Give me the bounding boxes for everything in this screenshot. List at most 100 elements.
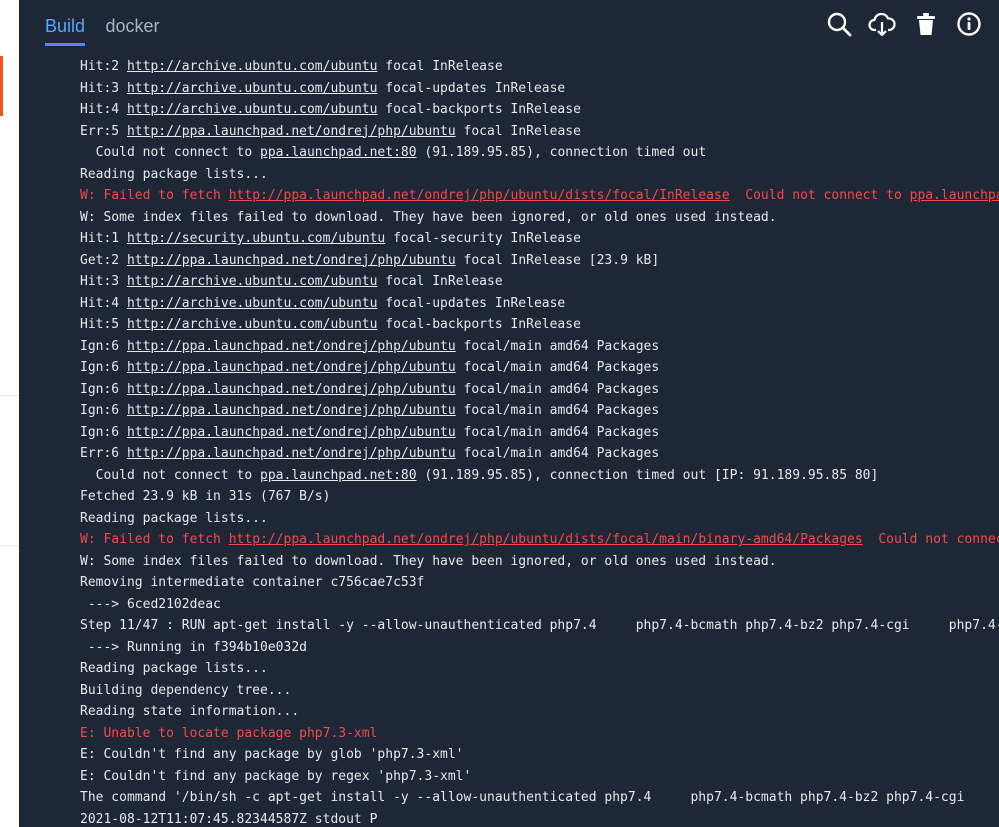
log-line: Err:5 http://ppa.launchpad.net/ondrej/ph… xyxy=(80,121,999,143)
log-line: W: Some index files failed to download. … xyxy=(80,207,999,229)
log-line: The command '/bin/sh -c apt-get install … xyxy=(80,787,999,809)
log-line: Hit:1 http://security.ubuntu.com/ubuntu … xyxy=(80,228,999,250)
log-text: focal/main amd64 Packages xyxy=(455,424,660,440)
log-text: Hit:4 xyxy=(80,295,127,311)
log-link[interactable]: ppa.launchpad.net:80 xyxy=(910,188,999,203)
log-line: Hit:3 http://archive.ubuntu.com/ubuntu f… xyxy=(80,271,999,293)
log-text: Hit:3 xyxy=(80,80,127,96)
log-text: Ign:6 xyxy=(80,338,127,354)
log-line: Could not connect to ppa.launchpad.net:8… xyxy=(80,465,999,487)
active-indicator xyxy=(0,56,3,116)
log-line: W: Some index files failed to download. … xyxy=(80,551,999,573)
log-link[interactable]: http://security.ubuntu.com/ubuntu xyxy=(127,231,385,246)
log-link[interactable]: http://ppa.launchpad.net/ondrej/php/ubun… xyxy=(127,124,456,139)
log-text: Hit:3 xyxy=(80,274,127,289)
log-link[interactable]: http://archive.ubuntu.com/ubuntu xyxy=(127,102,377,117)
log-text: Building dependency tree... xyxy=(80,682,292,698)
log-text: focal InRelease xyxy=(455,123,581,139)
log-text: Removing intermediate container c756cae7… xyxy=(80,575,425,590)
log-output: Hit:2 http://archive.ubuntu.com/ubuntu f… xyxy=(80,56,999,827)
log-line-error: W: Failed to fetch http://ppa.launchpad.… xyxy=(80,529,999,551)
log-text: focal-updates InRelease xyxy=(377,295,566,311)
log-link[interactable]: http://ppa.launchpad.net/ondrej/php/ubun… xyxy=(127,425,456,440)
log-line: E: Couldn't find any package by regex 'p… xyxy=(80,766,999,788)
log-link[interactable]: http://ppa.launchpad.net/ondrej/php/ubun… xyxy=(127,253,456,268)
log-link[interactable]: http://ppa.launchpad.net/ondrej/php/ubun… xyxy=(127,360,456,375)
tab-docker[interactable]: docker xyxy=(105,16,159,43)
log-line: Fetched 23.9 kB in 31s (767 B/s) xyxy=(80,486,999,508)
log-text: focal-backports InRelease xyxy=(377,317,581,332)
divider xyxy=(0,545,19,546)
log-text: focal InRelease [23.9 kB] xyxy=(455,252,660,268)
divider xyxy=(0,395,19,396)
log-link[interactable]: http://ppa.launchpad.net/ondrej/php/ubun… xyxy=(229,188,730,203)
log-text: focal-security InRelease xyxy=(385,231,581,246)
log-line: Hit:5 http://archive.ubuntu.com/ubuntu f… xyxy=(80,314,999,336)
log-text: Step 11/47 : RUN apt-get install -y --al… xyxy=(80,618,999,633)
log-line: Get:2 http://ppa.launchpad.net/ondrej/ph… xyxy=(80,250,999,272)
log-line: Building dependency tree... xyxy=(80,680,999,702)
cloud-download-icon[interactable] xyxy=(868,10,896,38)
log-link[interactable]: http://ppa.launchpad.net/ondrej/php/ubun… xyxy=(229,532,863,547)
log-link[interactable]: http://archive.ubuntu.com/ubuntu xyxy=(127,317,377,332)
log-text: Hit:5 xyxy=(80,317,127,332)
log-link[interactable]: ppa.launchpad.net:80 xyxy=(260,468,417,483)
log-text: Ign:6 xyxy=(80,424,127,440)
log-text: E: Couldn't find any package by glob 'ph… xyxy=(80,747,464,762)
log-line-error: W: Failed to fetch http://ppa.launchpad.… xyxy=(80,185,999,207)
log-text: (91.189.95.85), connection timed out xyxy=(416,145,707,160)
log-line: Removing intermediate container c756cae7… xyxy=(80,572,999,594)
log-line: Hit:4 http://archive.ubuntu.com/ubuntu f… xyxy=(80,293,999,315)
log-link[interactable]: http://ppa.launchpad.net/ondrej/php/ubun… xyxy=(127,382,456,397)
log-text: Ign:6 xyxy=(80,381,127,397)
log-line-error: E: Unable to locate package php7.3-xml xyxy=(80,723,999,745)
search-icon[interactable] xyxy=(825,10,853,38)
log-text: Err:6 xyxy=(80,446,127,461)
log-text: W: Some index files failed to download. … xyxy=(80,553,777,569)
log-text: focal/main amd64 Packages xyxy=(455,446,660,461)
log-link[interactable]: ppa.launchpad.net:80 xyxy=(260,145,417,160)
log-text: Reading package lists... xyxy=(80,510,268,526)
log-line: Ign:6 http://ppa.launchpad.net/ondrej/ph… xyxy=(80,357,999,379)
log-text: Could not connect to xyxy=(729,188,910,203)
log-text: focal-backports InRelease xyxy=(377,102,581,117)
log-link[interactable]: http://archive.ubuntu.com/ubuntu xyxy=(127,274,377,289)
log-line: 2021-08-12T11:07:45.82344587Z stdout P xyxy=(80,809,999,827)
log-line: Reading package lists... xyxy=(80,658,999,680)
log-text: Fetched 23.9 kB in 31s (767 B/s) xyxy=(80,489,331,504)
log-text: Hit:2 xyxy=(80,59,127,74)
log-text: focal-updates InRelease xyxy=(377,80,566,96)
log-line: Err:6 http://ppa.launchpad.net/ondrej/ph… xyxy=(80,443,999,465)
log-text: Get:2 xyxy=(80,252,127,268)
log-text: Reading package lists... xyxy=(80,661,268,676)
log-line: Ign:6 http://ppa.launchpad.net/ondrej/ph… xyxy=(80,400,999,422)
log-text: ---> 6ced2102deac xyxy=(80,596,221,612)
log-text: focal InRelease xyxy=(377,274,503,289)
log-link[interactable]: http://archive.ubuntu.com/ubuntu xyxy=(127,296,377,311)
trash-icon[interactable] xyxy=(912,10,940,38)
log-text: The command '/bin/sh -c apt-get install … xyxy=(80,790,965,805)
log-link[interactable]: http://ppa.launchpad.net/ondrej/php/ubun… xyxy=(127,446,456,461)
log-text: focal InRelease xyxy=(377,59,503,74)
info-icon[interactable] xyxy=(955,10,983,38)
log-line: Hit:3 http://archive.ubuntu.com/ubuntu f… xyxy=(80,78,999,100)
log-text: (91.189.95.85), connection timed out [IP… xyxy=(416,467,879,483)
log-text: E: Unable to locate package php7.3-xml xyxy=(80,725,378,741)
left-sidebar-strip xyxy=(0,0,19,827)
log-text: focal/main amd64 Packages xyxy=(455,403,660,418)
log-text: focal/main amd64 Packages xyxy=(455,381,660,397)
log-text: Err:5 xyxy=(80,123,127,139)
log-link[interactable]: http://archive.ubuntu.com/ubuntu xyxy=(127,59,377,74)
log-link[interactable]: http://archive.ubuntu.com/ubuntu xyxy=(127,81,377,96)
build-log-panel: Build docker Hit:2 http://archive.ubuntu… xyxy=(19,0,999,827)
log-line: Step 11/47 : RUN apt-get install -y --al… xyxy=(80,615,999,637)
tab-build[interactable]: Build xyxy=(45,16,86,46)
log-text: Hit:4 xyxy=(80,102,127,117)
log-text: Reading state information... xyxy=(80,704,300,719)
log-line: Ign:6 http://ppa.launchpad.net/ondrej/ph… xyxy=(80,379,999,401)
log-text: Reading package lists... xyxy=(80,166,268,182)
log-link[interactable]: http://ppa.launchpad.net/ondrej/php/ubun… xyxy=(127,403,456,418)
log-line: Reading state information... xyxy=(80,701,999,723)
log-line: ---> 6ced2102deac xyxy=(80,594,999,616)
log-link[interactable]: http://ppa.launchpad.net/ondrej/php/ubun… xyxy=(127,339,456,354)
